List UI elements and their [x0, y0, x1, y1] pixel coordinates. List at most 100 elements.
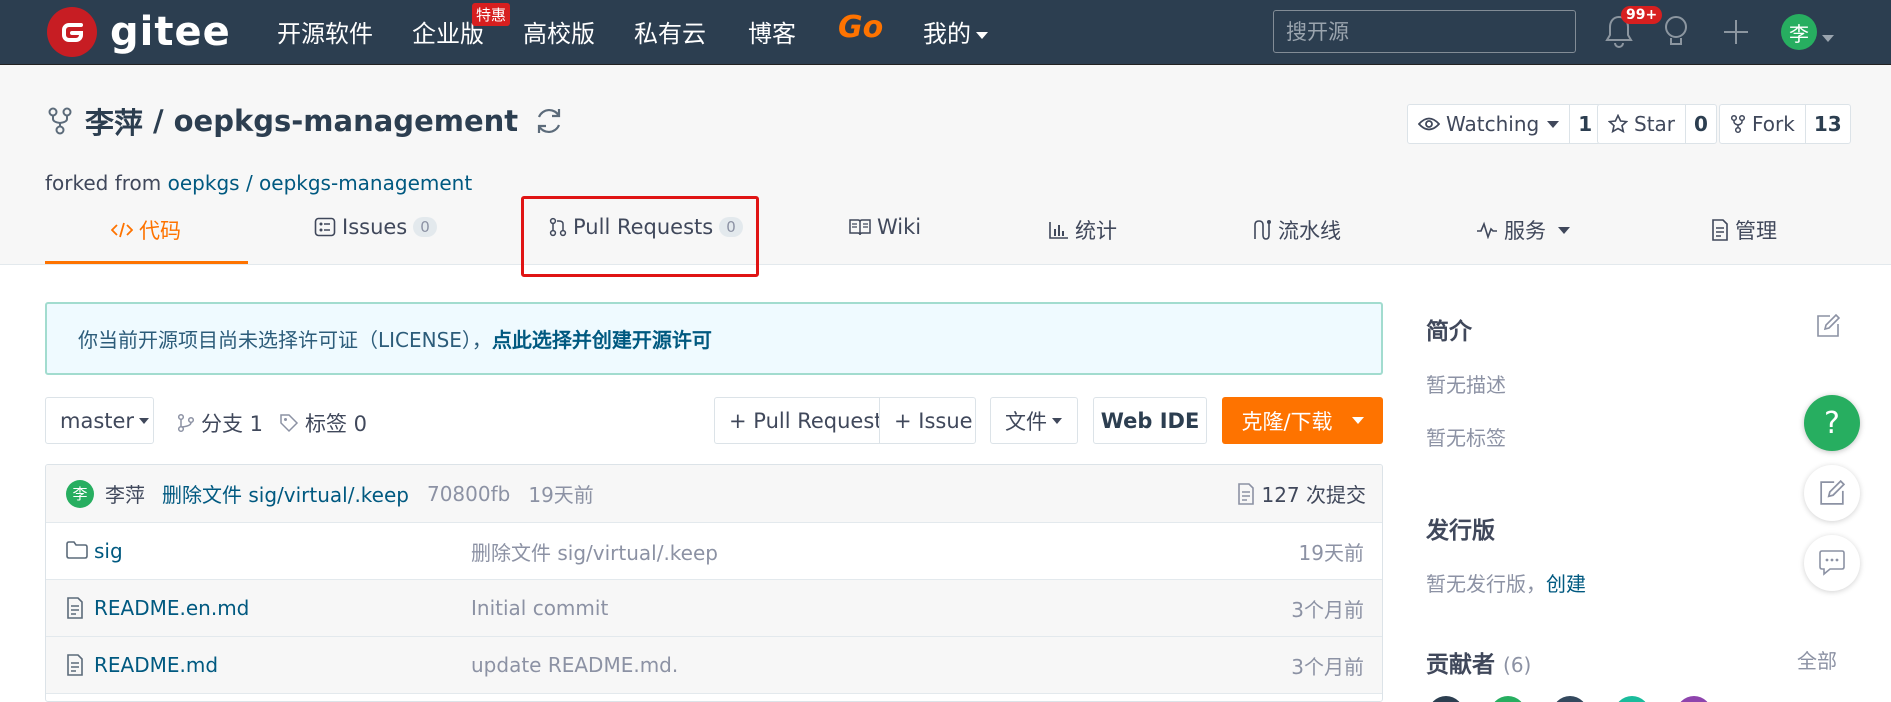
commit-time: 19天前: [528, 483, 594, 507]
repo-header: [0, 65, 1891, 265]
commit-sha[interactable]: 70800fb: [427, 482, 510, 506]
star-button[interactable]: Star: [1598, 105, 1687, 143]
tab-issues-count: 0: [413, 217, 437, 237]
nav-open-source[interactable]: 开源软件: [277, 14, 373, 49]
tab-wiki[interactable]: Wiki: [849, 215, 921, 239]
contributor-avatar[interactable]: [1614, 696, 1650, 702]
nav-education[interactable]: 高校版: [523, 14, 595, 49]
commit-author-avatar[interactable]: 李: [66, 479, 94, 508]
lightbulb-icon[interactable]: [1662, 14, 1690, 54]
nav-mine-menu[interactable]: 我的: [923, 14, 988, 49]
commit-author[interactable]: 李萍: [105, 479, 145, 508]
chat-button[interactable]: [1804, 535, 1860, 591]
file-commit-message[interactable]: 删除文件 sig/virtual/.keep: [471, 537, 718, 566]
branch-select-value: master: [60, 408, 135, 433]
document-icon: [1711, 219, 1729, 241]
plus-icon[interactable]: [1722, 18, 1750, 50]
active-tab-indicator: [45, 261, 248, 264]
file-icon: [66, 654, 84, 681]
tab-code-label: 代码: [139, 219, 181, 243]
tab-issues-label: Issues: [342, 215, 408, 239]
user-avatar[interactable]: 李: [1781, 14, 1817, 50]
star-label: Star: [1634, 112, 1676, 136]
web-ide-button[interactable]: Web IDE: [1093, 397, 1207, 444]
file-commit-message[interactable]: Initial commit: [471, 596, 608, 620]
file-list: 李 李萍 删除文件 sig/virtual/.keep 70800fb 19天前…: [45, 464, 1383, 702]
file-name-link[interactable]: README.md: [94, 653, 218, 677]
tab-wiki-label: Wiki: [877, 215, 922, 239]
fork-button-group: Fork 13: [1719, 104, 1851, 144]
promo-badge: 特惠: [472, 3, 511, 26]
fork-button[interactable]: Fork: [1720, 105, 1806, 143]
nav-mine-label: 我的: [923, 20, 971, 48]
commit-message-link[interactable]: 删除文件 sig/virtual/.keep: [162, 479, 409, 508]
file-commit-message[interactable]: update README.md.: [471, 653, 678, 677]
new-pull-request-button[interactable]: + Pull Request: [714, 397, 883, 444]
tags-link[interactable]: 标签 0: [279, 408, 367, 438]
search-input[interactable]: [1273, 10, 1576, 53]
tab-pipeline[interactable]: 流水线: [1252, 215, 1341, 245]
license-create-link[interactable]: 点此选择并创建开源许可: [492, 324, 712, 353]
tab-stats-label: 统计: [1075, 219, 1117, 243]
nav-private-cloud[interactable]: 私有云: [634, 14, 706, 49]
repo-title: 李萍 / oepkgs-management: [45, 100, 566, 142]
eye-icon: [1418, 116, 1440, 132]
repo-title-separator: /: [153, 104, 164, 138]
watch-count[interactable]: 1: [1570, 105, 1600, 143]
gitee-logo-icon: [47, 7, 97, 57]
table-row[interactable]: README.en.md Initial commit 3个月前: [46, 580, 1382, 637]
help-button[interactable]: ?: [1804, 395, 1860, 451]
branch-select[interactable]: master: [45, 397, 154, 444]
contributor-avatar[interactable]: [1676, 696, 1712, 702]
tab-services[interactable]: 服务: [1476, 215, 1570, 245]
nav-blog[interactable]: 博客: [748, 14, 796, 49]
table-row[interactable]: sig 删除文件 sig/virtual/.keep 19天前: [46, 523, 1382, 580]
contributors-count: (6): [1503, 653, 1532, 677]
tab-manage-label: 管理: [1735, 219, 1777, 243]
chat-icon: [1818, 550, 1846, 576]
tab-stats[interactable]: 统计: [1049, 215, 1117, 245]
star-button-group: Star 0: [1597, 104, 1717, 144]
chevron-down-icon: [1351, 417, 1364, 424]
tab-manage[interactable]: 管理: [1711, 215, 1777, 245]
file-commit-time: 19天前: [1298, 540, 1364, 565]
star-count[interactable]: 0: [1686, 105, 1716, 143]
contributors-all-link[interactable]: 全部: [1797, 645, 1837, 674]
contributor-avatar[interactable]: [1552, 696, 1588, 702]
watch-button-group: Watching 1: [1407, 104, 1602, 144]
fork-count[interactable]: 13: [1806, 105, 1850, 143]
forked-owner-link[interactable]: oepkgs: [168, 171, 240, 195]
forked-prefix: forked from: [45, 171, 162, 195]
clone-download-button[interactable]: 克隆/下载: [1222, 397, 1383, 444]
contributor-avatar[interactable]: [1490, 696, 1526, 702]
forked-repo-link[interactable]: oepkgs-management: [259, 171, 472, 195]
repo-owner-link[interactable]: 李萍: [85, 100, 143, 142]
chevron-down-icon: [1052, 417, 1062, 424]
new-issue-button[interactable]: + Issue: [879, 397, 976, 444]
sync-icon[interactable]: [532, 104, 566, 138]
chevron-down-icon[interactable]: [1822, 28, 1834, 47]
nav-go[interactable]: Go: [838, 10, 883, 45]
branch-icon: [177, 413, 195, 433]
repo-name-link[interactable]: oepkgs-management: [174, 104, 519, 138]
no-releases-text: 暂无发行版，: [1426, 572, 1546, 596]
feedback-button[interactable]: [1804, 465, 1860, 521]
file-name-link[interactable]: README.en.md: [94, 596, 249, 620]
commit-count-link[interactable]: 127 次提交: [1237, 479, 1366, 508]
file-menu-button[interactable]: 文件: [990, 397, 1078, 444]
watch-button[interactable]: Watching: [1408, 105, 1571, 143]
intro-heading: 简介: [1426, 319, 1472, 345]
create-release-link[interactable]: 创建: [1546, 572, 1586, 596]
contributor-avatar[interactable]: [1428, 696, 1464, 702]
branches-link[interactable]: 分支 1: [177, 408, 263, 438]
chevron-down-icon: [1547, 120, 1560, 128]
gitee-logo[interactable]: gitee: [47, 7, 231, 57]
branches-label: 分支 1: [201, 412, 264, 436]
file-commit-time: 3个月前: [1291, 654, 1364, 679]
table-row[interactable]: README.md update README.md. 3个月前: [46, 637, 1382, 694]
file-commit-time: 3个月前: [1291, 597, 1364, 622]
edit-icon[interactable]: [1816, 313, 1841, 342]
file-name-link[interactable]: sig: [94, 539, 123, 563]
tab-code[interactable]: 代码: [111, 215, 181, 245]
tab-issues[interactable]: Issues 0: [314, 215, 437, 239]
